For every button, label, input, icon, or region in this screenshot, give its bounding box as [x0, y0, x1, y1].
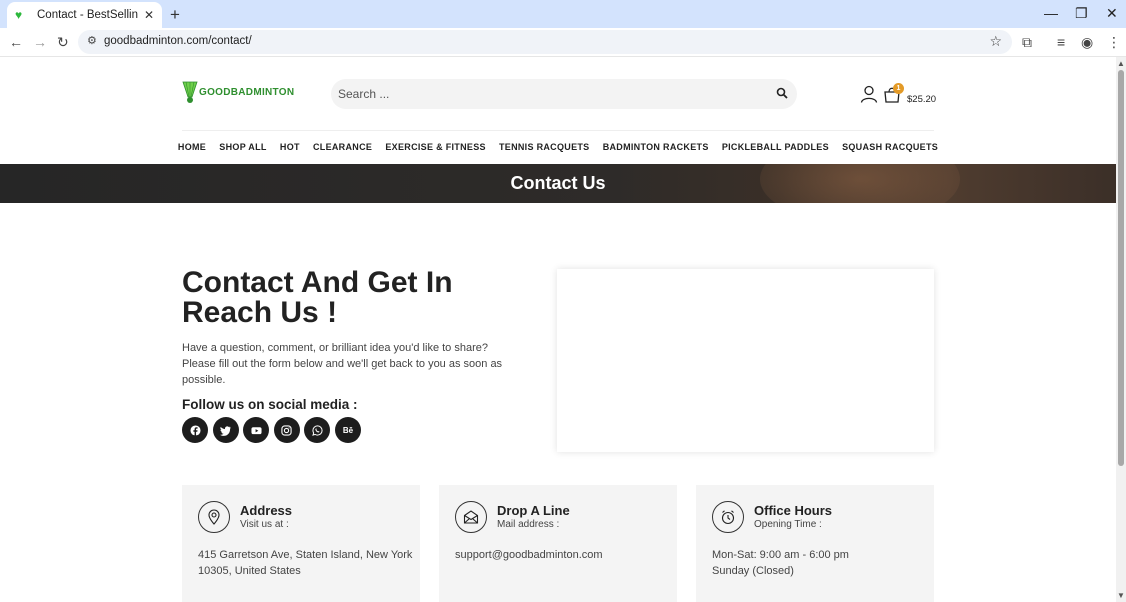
main-navigation: HOME SHOP ALL HOT CLEARANCE EXERCISE & F… — [0, 142, 1116, 152]
media-icon[interactable]: ≡ — [1057, 34, 1065, 50]
url-text[interactable]: goodbadminton.com/contact/ — [104, 35, 252, 47]
shuttlecock-logo-icon — [182, 81, 198, 103]
scrollbar-thumb[interactable] — [1118, 70, 1124, 466]
contact-form-card — [557, 269, 934, 452]
whatsapp-icon[interactable] — [304, 417, 331, 443]
search-bar — [331, 79, 797, 109]
window-close-icon[interactable]: ✕ — [1106, 5, 1118, 22]
hours-text: Mon-Sat: 9:00 am - 6:00 pm Sunday (Close… — [712, 547, 927, 579]
page-title: Contact Us — [510, 173, 606, 193]
page-banner: Contact Us — [0, 164, 1116, 203]
scroll-up-icon[interactable]: ▲ — [1117, 59, 1125, 68]
scroll-down-icon[interactable]: ▼ — [1117, 591, 1125, 600]
contact-intro: Have a question, comment, or brilliant i… — [182, 342, 503, 386]
nav-item-badminton-rackets[interactable]: BADMINTON RACKETS — [603, 142, 709, 152]
browser-tab-bar: ♥ Contact - BestSellingShuttles - G ✕ + … — [0, 0, 1126, 28]
mail-address-link[interactable]: support@goodbadminton.com — [455, 547, 670, 563]
browser-toolbar: ← → ↻ ⚙ goodbadminton.com/contact/ ☆ ⧉ ≡… — [0, 28, 1126, 57]
instagram-icon[interactable] — [273, 417, 300, 443]
mail-card: Drop A Line Mail address : support@goodb… — [439, 485, 677, 602]
nav-item-home[interactable]: HOME — [178, 142, 206, 152]
user-account-icon[interactable] — [860, 85, 878, 103]
favicon-icon: ♥ — [15, 8, 23, 22]
back-icon[interactable]: ← — [9, 34, 23, 50]
nav-item-squash-racquets[interactable]: SQUASH RACQUETS — [842, 142, 938, 152]
hours-card: Office Hours Opening Time : Mon-Sat: 9:0… — [696, 485, 934, 602]
hours-sunday: Sunday (Closed) — [712, 565, 794, 577]
hours-subtitle: Opening Time : — [754, 519, 822, 530]
search-icon[interactable] — [776, 87, 788, 99]
nav-item-pickleball-paddles[interactable]: PICKLEBALL PADDLES — [722, 142, 829, 152]
hours-title: Office Hours — [754, 503, 833, 518]
address-title: Address — [240, 503, 293, 518]
address-text: 415 Garretson Ave, Staten Island, New Yo… — [198, 549, 413, 577]
hours-weekday: Mon-Sat: 9:00 am - 6:00 pm — [712, 549, 849, 561]
forward-icon[interactable]: → — [33, 34, 47, 50]
address-card: Address Visit us at : 415 Garretson Ave,… — [182, 485, 420, 602]
address-subtitle: Visit us at : — [240, 519, 289, 530]
new-tab-icon[interactable]: + — [166, 5, 184, 25]
nav-item-shop-all[interactable]: SHOP ALL — [219, 142, 266, 152]
tab-close-icon[interactable]: ✕ — [144, 8, 154, 22]
reload-icon[interactable]: ↻ — [57, 34, 69, 50]
header-divider — [182, 130, 934, 131]
search-input[interactable] — [331, 79, 751, 109]
logo-text: GOODBADMINTON — [199, 86, 295, 98]
behance-icon[interactable]: Bē — [334, 417, 361, 443]
youtube-icon[interactable] — [243, 417, 270, 443]
minimize-icon[interactable]: — — [1044, 5, 1058, 21]
nav-item-exercise-fitness[interactable]: EXERCISE & FITNESS — [385, 142, 485, 152]
envelope-icon — [455, 501, 487, 533]
map-pin-icon — [198, 501, 230, 533]
restore-icon[interactable]: ❐ — [1075, 5, 1088, 22]
tab-title: Contact - BestSellingShuttles - G — [37, 9, 138, 21]
address-bar[interactable]: ⚙ goodbadminton.com/contact/ ☆ — [78, 30, 1012, 54]
menu-icon[interactable]: ⋮ — [1107, 34, 1121, 50]
extensions-icon[interactable]: ⧉ — [1022, 34, 1032, 50]
nav-item-clearance[interactable]: CLEARANCE — [313, 142, 372, 152]
social-links: Bē — [182, 417, 366, 443]
mail-title: Drop A Line — [497, 503, 570, 518]
facebook-icon[interactable] — [182, 417, 208, 443]
cart-total[interactable]: $25.20 — [907, 94, 936, 105]
browser-tab[interactable]: ♥ Contact - BestSellingShuttles - G ✕ — [7, 2, 162, 28]
bookmark-star-icon[interactable]: ☆ — [989, 33, 1002, 50]
twitter-icon[interactable] — [212, 417, 239, 443]
site-info-icon[interactable]: ⚙ — [87, 34, 97, 47]
site-logo[interactable]: GOODBADMINTON — [182, 80, 294, 104]
cart-count-badge: 1 — [893, 83, 904, 94]
vertical-scrollbar[interactable]: ▲ ▼ — [1116, 57, 1126, 602]
clock-icon — [712, 501, 744, 533]
profile-icon[interactable]: ◉ — [1081, 34, 1093, 50]
nav-item-hot[interactable]: HOT — [280, 142, 300, 152]
follow-label: Follow us on social media : — [182, 397, 358, 412]
nav-item-tennis-racquets[interactable]: TENNIS RACQUETS — [499, 142, 590, 152]
mail-subtitle: Mail address : — [497, 519, 560, 530]
contact-heading: Contact And Get In Reach Us ! — [182, 266, 453, 329]
